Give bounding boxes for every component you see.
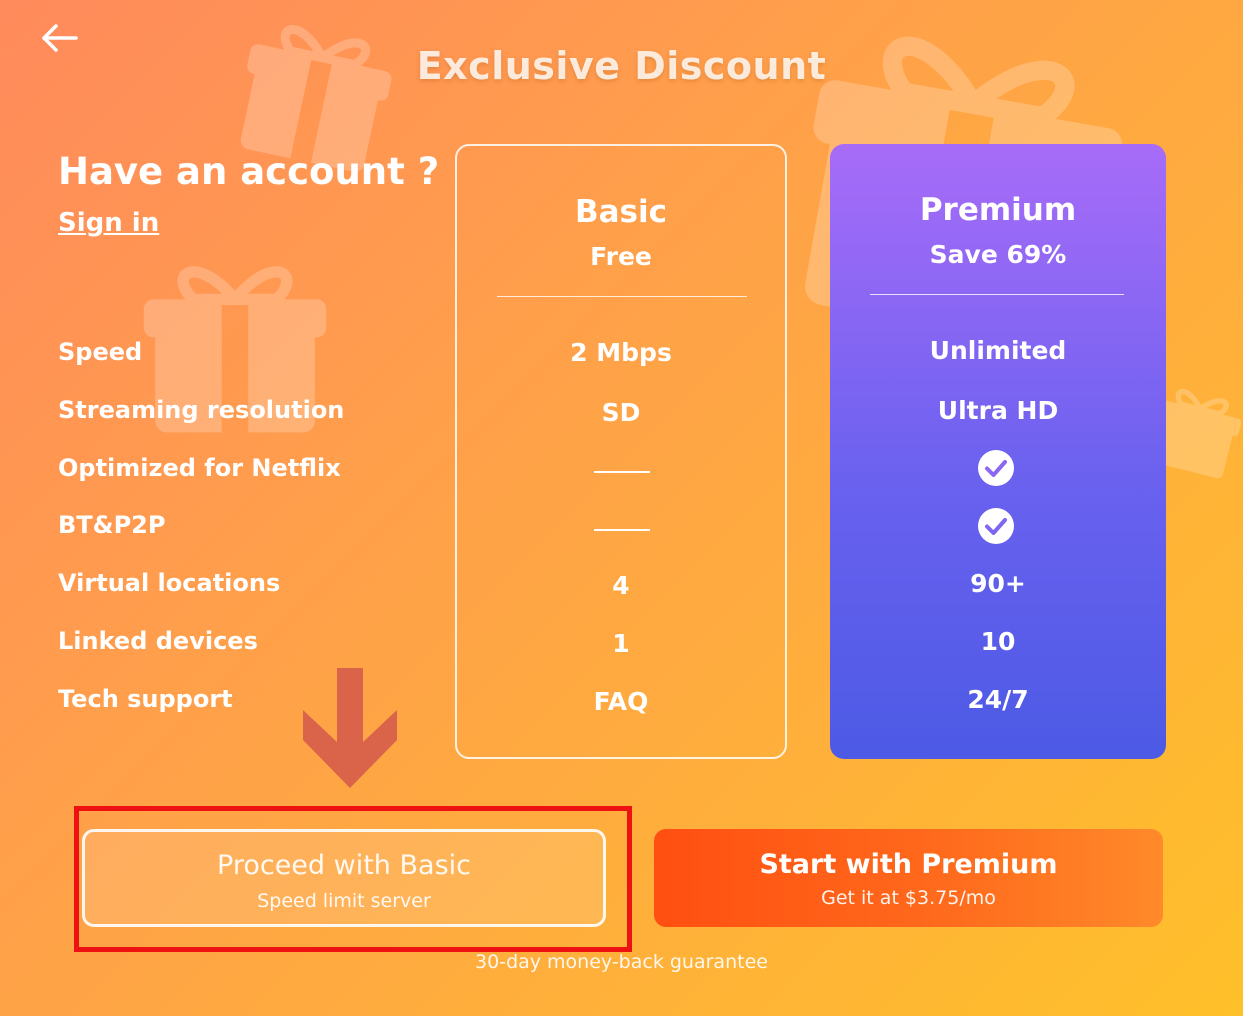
card-divider (870, 294, 1124, 295)
premium-speed-value: Unlimited (929, 336, 1067, 365)
basic-plan-card[interactable]: Basic Free 2 Mbps SD 4 1 FAQ (455, 144, 787, 759)
check-circle-icon (978, 508, 1014, 544)
basic-plan-name: Basic (574, 194, 667, 230)
start-premium-button[interactable]: Start with Premium Get it at $3.75/mo (654, 829, 1163, 927)
basic-devices-value: 1 (612, 629, 630, 658)
highlight-box (74, 806, 632, 952)
check-circle-icon (978, 450, 1014, 486)
premium-plan-card[interactable]: Premium Save 69% Unlimited Ultra HD 90+ … (830, 144, 1166, 759)
premium-locations-value: 90+ (970, 569, 1026, 598)
premium-plan-discount: Save 69% (929, 240, 1067, 269)
dash-icon (594, 471, 650, 473)
sign-in-link[interactable]: Sign in (58, 208, 159, 238)
arrow-down-icon (303, 668, 397, 788)
feature-label-speed: Speed (58, 338, 143, 366)
basic-resolution-value: SD (601, 398, 641, 427)
premium-support-value: 24/7 (967, 685, 1029, 714)
feature-label-linked-devices: Linked devices (58, 627, 258, 655)
start-premium-sublabel: Get it at $3.75/mo (821, 887, 996, 909)
basic-locations-value: 4 (612, 571, 630, 600)
dash-icon (594, 529, 650, 531)
card-divider (497, 296, 747, 297)
start-premium-label: Start with Premium (759, 849, 1058, 880)
premium-plan-name: Premium (919, 192, 1077, 228)
basic-plan-price: Free (590, 242, 652, 271)
money-back-guarantee: 30-day money-back guarantee (475, 951, 768, 973)
feature-label-streaming-resolution: Streaming resolution (58, 396, 345, 424)
account-prompt: Have an account ? (58, 150, 440, 193)
feature-label-tech-support: Tech support (58, 685, 233, 713)
feature-label-bt-p2p: BT&P2P (58, 511, 166, 539)
feature-label-netflix: Optimized for Netflix (58, 454, 341, 482)
premium-devices-value: 10 (980, 627, 1016, 656)
basic-speed-value: 2 Mbps (570, 338, 672, 367)
page-title: Exclusive Discount (416, 44, 827, 88)
premium-resolution-value: Ultra HD (937, 396, 1059, 425)
feature-label-virtual-locations: Virtual locations (58, 569, 281, 597)
basic-support-value: FAQ (593, 687, 649, 716)
